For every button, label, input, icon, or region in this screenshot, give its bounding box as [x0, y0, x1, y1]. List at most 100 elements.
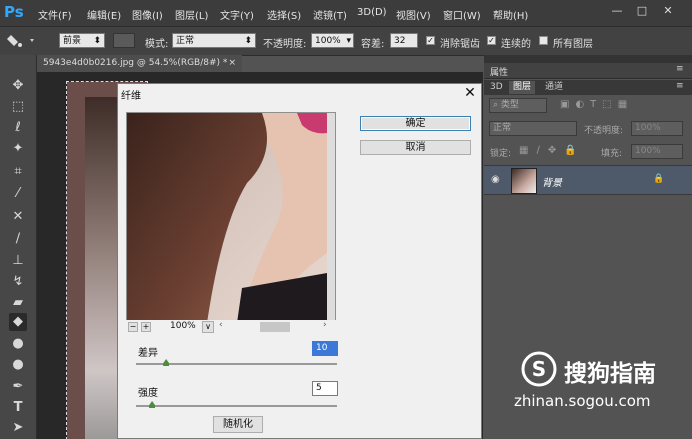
- crop-icon[interactable]: ⌗: [9, 163, 27, 181]
- paint-bucket-preset-icon[interactable]: [6, 31, 36, 49]
- eyedropper-icon[interactable]: ⁄: [9, 185, 27, 203]
- layer-opacity-input[interactable]: 100%: [631, 121, 683, 136]
- document-tab[interactable]: 5943e4d0b0216.jpg @ 54.5%(RGB/8#) * ×: [37, 55, 242, 72]
- watermark-url: zhinan.sogou.com: [514, 392, 651, 410]
- antialias-label: 消除锯齿: [440, 39, 480, 50]
- menu-select[interactable]: 选择(S): [267, 7, 301, 22]
- tab-layers[interactable]: 图层: [509, 81, 536, 94]
- lock-icons[interactable]: ▦∕✥🔒: [519, 145, 585, 156]
- dialog-close-button[interactable]: ✕: [461, 84, 479, 102]
- pen-icon[interactable]: ✒: [9, 378, 27, 396]
- svg-text:S: S: [532, 357, 546, 381]
- panel-menu-icon[interactable]: ≡: [676, 64, 684, 74]
- magic-wand-icon[interactable]: ✦: [9, 140, 27, 158]
- window-close-button[interactable]: ✕: [659, 3, 677, 19]
- fill-input[interactable]: 100%: [631, 144, 683, 159]
- layer-filter-icons[interactable]: ▣◐T⬚▦: [560, 99, 633, 110]
- contiguous-checkbox[interactable]: ✓: [487, 36, 496, 45]
- maximize-button[interactable]: □: [633, 3, 651, 19]
- horizontal-scroll-thumb[interactable]: [260, 322, 290, 332]
- tab-3d[interactable]: 3D: [486, 81, 507, 94]
- blur-icon[interactable]: ●: [9, 335, 27, 353]
- healing-icon[interactable]: ✕: [9, 208, 27, 226]
- menu-type[interactable]: 文字(Y): [220, 7, 254, 22]
- lasso-icon[interactable]: ℓ: [9, 119, 27, 137]
- menu-filter[interactable]: 滤镜(T): [313, 7, 347, 22]
- lock-icon: 🔒: [653, 174, 665, 184]
- tolerance-input[interactable]: 32: [390, 33, 418, 48]
- chevron-down-icon: ▾: [346, 36, 351, 46]
- minimize-button[interactable]: —: [608, 3, 626, 19]
- menu-window[interactable]: 窗口(W): [443, 7, 481, 22]
- app-logo: Ps: [4, 3, 24, 21]
- tab-close-icon[interactable]: ×: [228, 55, 236, 72]
- strength-slider-knob[interactable]: [149, 401, 156, 408]
- mode-label: 模式:: [145, 39, 169, 50]
- opacity-input[interactable]: 100% ▾: [311, 33, 354, 48]
- options-bar: 前景 ⬍ 模式: 正常 ⬍ 不透明度: 100% ▾ 容差: 32 ✓ 消除锯齿 ✓ …: [0, 26, 692, 56]
- menu-bar: Ps 文件(F) 编辑(E) 图像(I) 图层(L) 文字(Y) 选择(S) 滤…: [0, 0, 692, 26]
- randomize-button[interactable]: 随机化: [213, 416, 263, 433]
- tolerance-label: 容差:: [361, 39, 385, 50]
- search-icon: ⌕: [493, 100, 501, 110]
- dodge-icon[interactable]: ●: [9, 356, 27, 374]
- zoom-level[interactable]: 100%: [170, 321, 196, 331]
- menu-3d[interactable]: 3D(D): [357, 7, 387, 18]
- layer-filter-value: 类型: [500, 100, 519, 110]
- cancel-button[interactable]: 取消: [360, 140, 471, 155]
- brush-icon[interactable]: ∕: [9, 230, 27, 248]
- pattern-picker[interactable]: [113, 33, 135, 48]
- variance-input[interactable]: 10: [312, 341, 338, 356]
- variance-slider-knob[interactable]: [163, 359, 170, 366]
- tab-channels[interactable]: 通道: [541, 81, 567, 94]
- fibers-dialog: 纤维 ✕ ▲ ▼ − + 100% ∨ ‹: [117, 83, 482, 439]
- path-select-icon[interactable]: ➤: [9, 419, 27, 437]
- properties-panel-header: 属性 ≡: [484, 63, 692, 79]
- panel-menu-icon[interactable]: ≡: [676, 81, 684, 91]
- chevron-down-icon: ⬍: [244, 36, 252, 46]
- menu-image[interactable]: 图像(I): [132, 7, 163, 22]
- menu-view[interactable]: 视图(V): [396, 7, 431, 22]
- layer-row[interactable]: ◉ 背景 🔒: [484, 165, 692, 195]
- move-icon[interactable]: ✥: [9, 77, 27, 95]
- zoom-out-button[interactable]: −: [128, 322, 138, 332]
- all-layers-checkbox[interactable]: [539, 36, 548, 45]
- menu-edit[interactable]: 编辑(E): [87, 7, 121, 22]
- chevron-down-icon[interactable]: ∨: [202, 321, 214, 333]
- history-brush-icon[interactable]: ↯: [9, 273, 27, 291]
- layer-thumbnail: [511, 168, 537, 194]
- antialias-checkbox[interactable]: ✓: [426, 36, 435, 45]
- strength-label: 强度: [138, 388, 158, 399]
- mode-select[interactable]: 正常 ⬍: [172, 33, 256, 48]
- preview-vertical-scrollbar[interactable]: ▲ ▼: [335, 113, 336, 322]
- ok-button[interactable]: 确定: [360, 116, 471, 131]
- scroll-right-icon[interactable]: ›: [323, 320, 327, 330]
- paint-bucket-icon[interactable]: ◆: [9, 313, 27, 331]
- menu-help[interactable]: 帮助(H): [493, 7, 528, 22]
- marquee-icon[interactable]: ⬚: [9, 98, 27, 116]
- properties-tab[interactable]: 属性: [490, 65, 508, 78]
- zoom-in-button[interactable]: +: [141, 322, 151, 332]
- stamp-icon[interactable]: ⊥: [9, 252, 27, 270]
- filter-preview[interactable]: ▲ ▼: [126, 112, 336, 322]
- type-icon[interactable]: T: [9, 399, 27, 417]
- all-layers-label: 所有图层: [553, 39, 593, 50]
- fill-source-value: 前景: [63, 36, 82, 46]
- menu-file[interactable]: 文件(F): [38, 7, 72, 22]
- eraser-icon[interactable]: ▰: [9, 294, 27, 312]
- strength-slider-track[interactable]: [136, 405, 337, 407]
- document-title: 5943e4d0b0216.jpg @ 54.5%(RGB/8#) *: [43, 58, 228, 68]
- fill-source-select[interactable]: 前景 ⬍: [59, 33, 105, 48]
- blend-mode-value: 正常: [493, 123, 512, 133]
- menu-layer[interactable]: 图层(L): [175, 7, 208, 22]
- lock-label: 锁定:: [490, 149, 512, 159]
- mode-value: 正常: [176, 36, 195, 46]
- chevron-down-icon: ⬍: [93, 36, 101, 46]
- visibility-eye-icon[interactable]: ◉: [491, 174, 500, 185]
- blend-mode-select[interactable]: 正常: [489, 121, 577, 136]
- scroll-left-icon[interactable]: ‹: [219, 320, 223, 330]
- contiguous-label: 连续的: [501, 39, 531, 50]
- layer-filter-select[interactable]: ⌕ 类型: [489, 98, 547, 113]
- strength-input[interactable]: 5: [312, 381, 338, 396]
- layer-name[interactable]: 背景: [542, 174, 562, 189]
